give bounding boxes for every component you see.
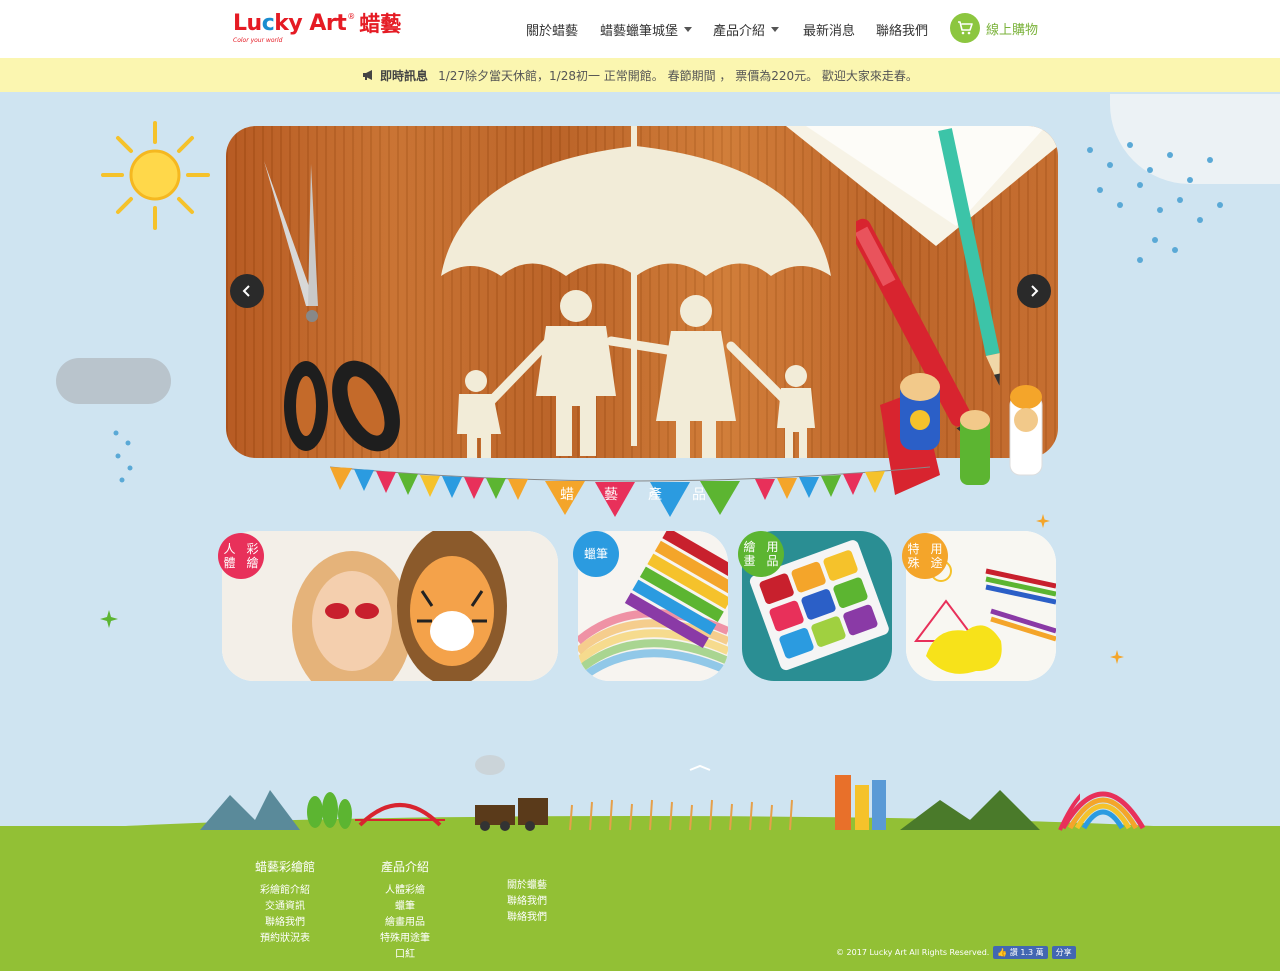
- nav-products[interactable]: 產品介紹: [713, 20, 780, 39]
- section-title-char: 品: [692, 487, 706, 503]
- site-logo[interactable]: Lucky Art ® 蜡藝 Color your world: [233, 11, 402, 45]
- announcement-text[interactable]: 1/27除夕當天休館，1/28初一 正常開館。 春節期間 ， 票價為220元。 …: [438, 67, 918, 84]
- logo-part-1: Lu: [233, 11, 262, 36]
- online-shop-button[interactable]: 線上購物: [950, 13, 1038, 43]
- registered-mark: ®: [347, 12, 356, 21]
- section-title-char: 藝: [604, 487, 618, 503]
- product-card-body-paint[interactable]: [222, 531, 558, 681]
- footer-link[interactable]: 蠟筆: [355, 899, 455, 915]
- badge-line: 用品: [766, 540, 779, 568]
- footer-link[interactable]: 關於蠟藝: [477, 878, 577, 894]
- copyright-text: © 2017 Lucky Art All Rights Reserved.: [836, 948, 990, 957]
- footer-link[interactable]: 交通資訊: [235, 899, 335, 915]
- cloud-illustration: [56, 358, 171, 404]
- footer-col-hall: 蜡藝彩繪館 彩繪館介紹 交通資訊 聯絡我們 預約狀況表: [235, 858, 335, 947]
- section-title-products: 蜡 藝 產 品: [560, 484, 706, 504]
- footer-link[interactable]: 聯絡我們: [477, 894, 577, 910]
- badge-line: 人體: [223, 542, 236, 570]
- logo-wordmark: Lucky Art: [233, 11, 347, 36]
- online-shop-label: 線上購物: [986, 22, 1039, 38]
- badge-crayons: 蠟筆: [573, 531, 619, 577]
- footer-link[interactable]: 預約狀況表: [235, 931, 335, 947]
- footer-link[interactable]: 特殊用途筆: [355, 931, 455, 947]
- paper-family-umbrella-illustration: [441, 126, 831, 458]
- footer-col-products: 產品介紹 人體彩繪 蠟筆 繪畫用品 特殊用途筆 口紅: [355, 858, 455, 963]
- site-header: Lucky Art ® 蜡藝 Color your world 關於蜡藝 蜡藝蠟…: [0, 0, 1280, 58]
- logo-part-2: c: [261, 11, 275, 36]
- badge-special: 特殊 用途: [902, 533, 948, 579]
- facebook-like-label: 讚 1.3 萬: [1009, 948, 1044, 957]
- nav-about[interactable]: 關於蜡藝: [526, 20, 578, 39]
- footer-link[interactable]: 人體彩繪: [355, 883, 455, 899]
- footer-heading: 產品介紹: [380, 860, 429, 874]
- footer-col-about: 關於蠟藝 聯絡我們 聯絡我們: [477, 878, 577, 926]
- rain-illustration: [113, 430, 133, 483]
- footer-heading: 蜡藝彩繪館: [254, 860, 315, 874]
- chevron-right-icon: [1031, 285, 1039, 297]
- nav-news[interactable]: 最新消息: [803, 20, 855, 39]
- badge-line: 彩繪: [246, 542, 259, 570]
- facebook-like-button[interactable]: 👍 讚 1.3 萬: [993, 946, 1048, 959]
- sun-illustration: [101, 121, 210, 230]
- scissors-illustration: [264, 161, 400, 452]
- nav-contact-label: 聯絡我們: [876, 24, 929, 39]
- copyright-bar: © 2017 Lucky Art All Rights Reserved. 👍 …: [836, 946, 1076, 959]
- cart-icon: [950, 13, 980, 43]
- logo-tagline: Color your world: [233, 37, 283, 44]
- landscape-illustration: [200, 755, 1080, 831]
- badge-line: 用途: [930, 542, 943, 570]
- nav-about-label: 關於蜡藝: [526, 24, 579, 39]
- chevron-down-icon: [684, 27, 693, 32]
- footer-link[interactable]: 聯絡我們: [477, 910, 577, 926]
- badge-line: 繪畫: [743, 540, 756, 568]
- announcement-bar: 即時訊息 1/27除夕當天休館，1/28初一 正常開館。 春節期間 ， 票價為2…: [0, 58, 1280, 92]
- logo-part-3: ky: [274, 11, 310, 36]
- thumbs-up-icon: 👍: [997, 948, 1008, 957]
- section-title-char: 蜡: [560, 487, 574, 503]
- teal-pencil-illustration: [938, 128, 1000, 386]
- footer-link[interactable]: 聯絡我們: [235, 915, 335, 931]
- megaphone-icon: [363, 70, 373, 80]
- slider-next-button[interactable]: [1017, 274, 1051, 308]
- badge-body-paint: 人體 彩繪: [218, 533, 264, 579]
- logo-part-4: Art: [309, 11, 347, 36]
- nav-castle-label: 蜡藝蠟筆城堡: [600, 24, 679, 39]
- ground: [0, 826, 1280, 971]
- sparkle-icon: [1110, 650, 1124, 664]
- nav-products-label: 產品介紹: [713, 24, 766, 39]
- announcement-label: 即時訊息: [380, 68, 429, 83]
- rainbow-illustration: [1060, 791, 1146, 830]
- facebook-share-button[interactable]: 分享: [1051, 946, 1076, 959]
- footer-link[interactable]: 口紅: [355, 947, 455, 963]
- section-title-char: 產: [648, 487, 662, 503]
- sparkle-icon: [100, 610, 118, 628]
- face-paint-photo: [222, 531, 558, 681]
- badge-painting: 繪畫 用品: [738, 531, 784, 577]
- chevron-left-icon: [242, 285, 250, 297]
- chevron-down-icon: [771, 27, 780, 32]
- sparkle-icon: [1036, 514, 1050, 528]
- nav-contact[interactable]: 聯絡我們: [876, 20, 928, 39]
- nav-news-label: 最新消息: [803, 24, 856, 39]
- nav-castle[interactable]: 蜡藝蠟筆城堡: [600, 20, 693, 39]
- badge-line: 特殊: [907, 542, 920, 570]
- footer-link[interactable]: 繪畫用品: [355, 915, 455, 931]
- rain-illustration: [1087, 142, 1223, 263]
- slider-prev-button[interactable]: [230, 274, 264, 308]
- footer-link[interactable]: 彩繪館介紹: [235, 883, 335, 899]
- logo-chinese: 蜡藝: [359, 12, 402, 36]
- badge-line: 蠟筆: [583, 547, 608, 561]
